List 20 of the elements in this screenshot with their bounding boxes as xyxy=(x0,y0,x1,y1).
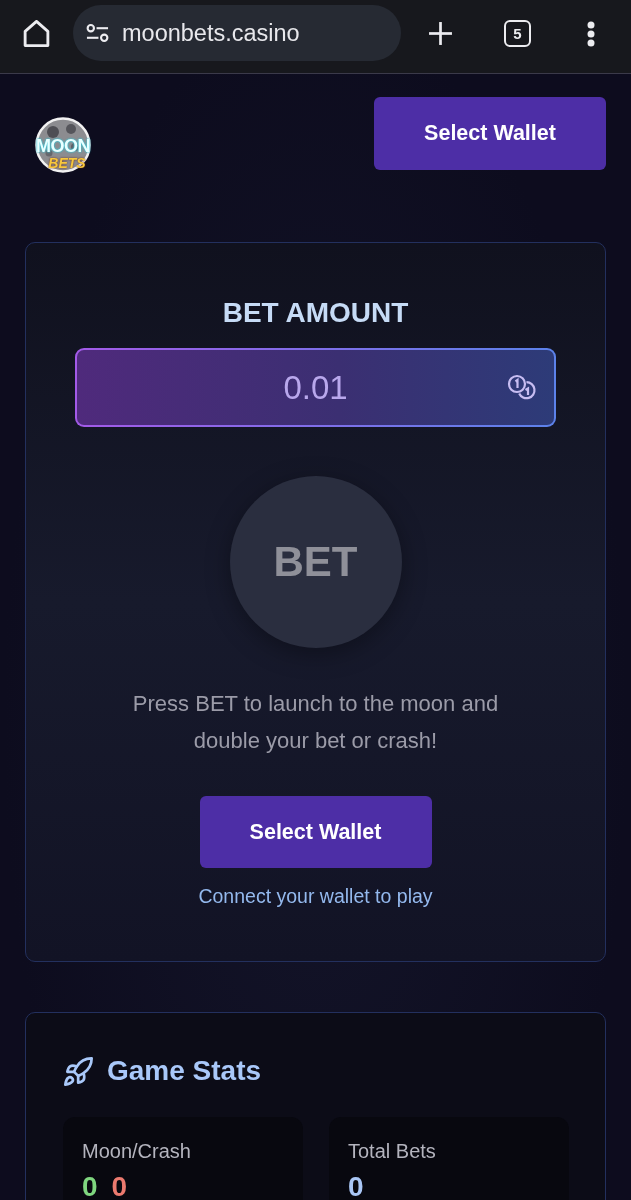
stat-value: 0 xyxy=(348,1171,364,1200)
game-stats-title: Game Stats xyxy=(107,1054,262,1088)
home-icon[interactable] xyxy=(23,20,50,47)
address-bar[interactable]: moonbets.casino xyxy=(73,5,401,61)
stat-label: Total Bets xyxy=(348,1139,437,1163)
sliders-icon[interactable] xyxy=(86,23,109,43)
rocket-icon xyxy=(64,1056,93,1086)
bet-description: Press BET to launch to the moon and double your bet or crash! xyxy=(131,690,500,755)
more-icon[interactable] xyxy=(587,21,595,47)
select-wallet-button[interactable]: Select Wallet xyxy=(199,796,432,868)
connect-wallet-hint: Connect your wallet to play xyxy=(198,884,433,909)
bet-amount-field[interactable]: 0.01 xyxy=(75,348,556,427)
stat-value: 0 xyxy=(111,1171,128,1200)
stat-value: 0 xyxy=(82,1171,98,1200)
plus-icon[interactable] xyxy=(428,21,453,46)
tab-count-button[interactable]: 5 xyxy=(504,20,531,47)
stat-label: Moon/Crash xyxy=(82,1139,192,1163)
coins-icon xyxy=(507,374,537,402)
select-wallet-button[interactable]: Select Wallet xyxy=(374,97,606,170)
bet-amount-title: BET AMOUNT xyxy=(222,298,409,328)
